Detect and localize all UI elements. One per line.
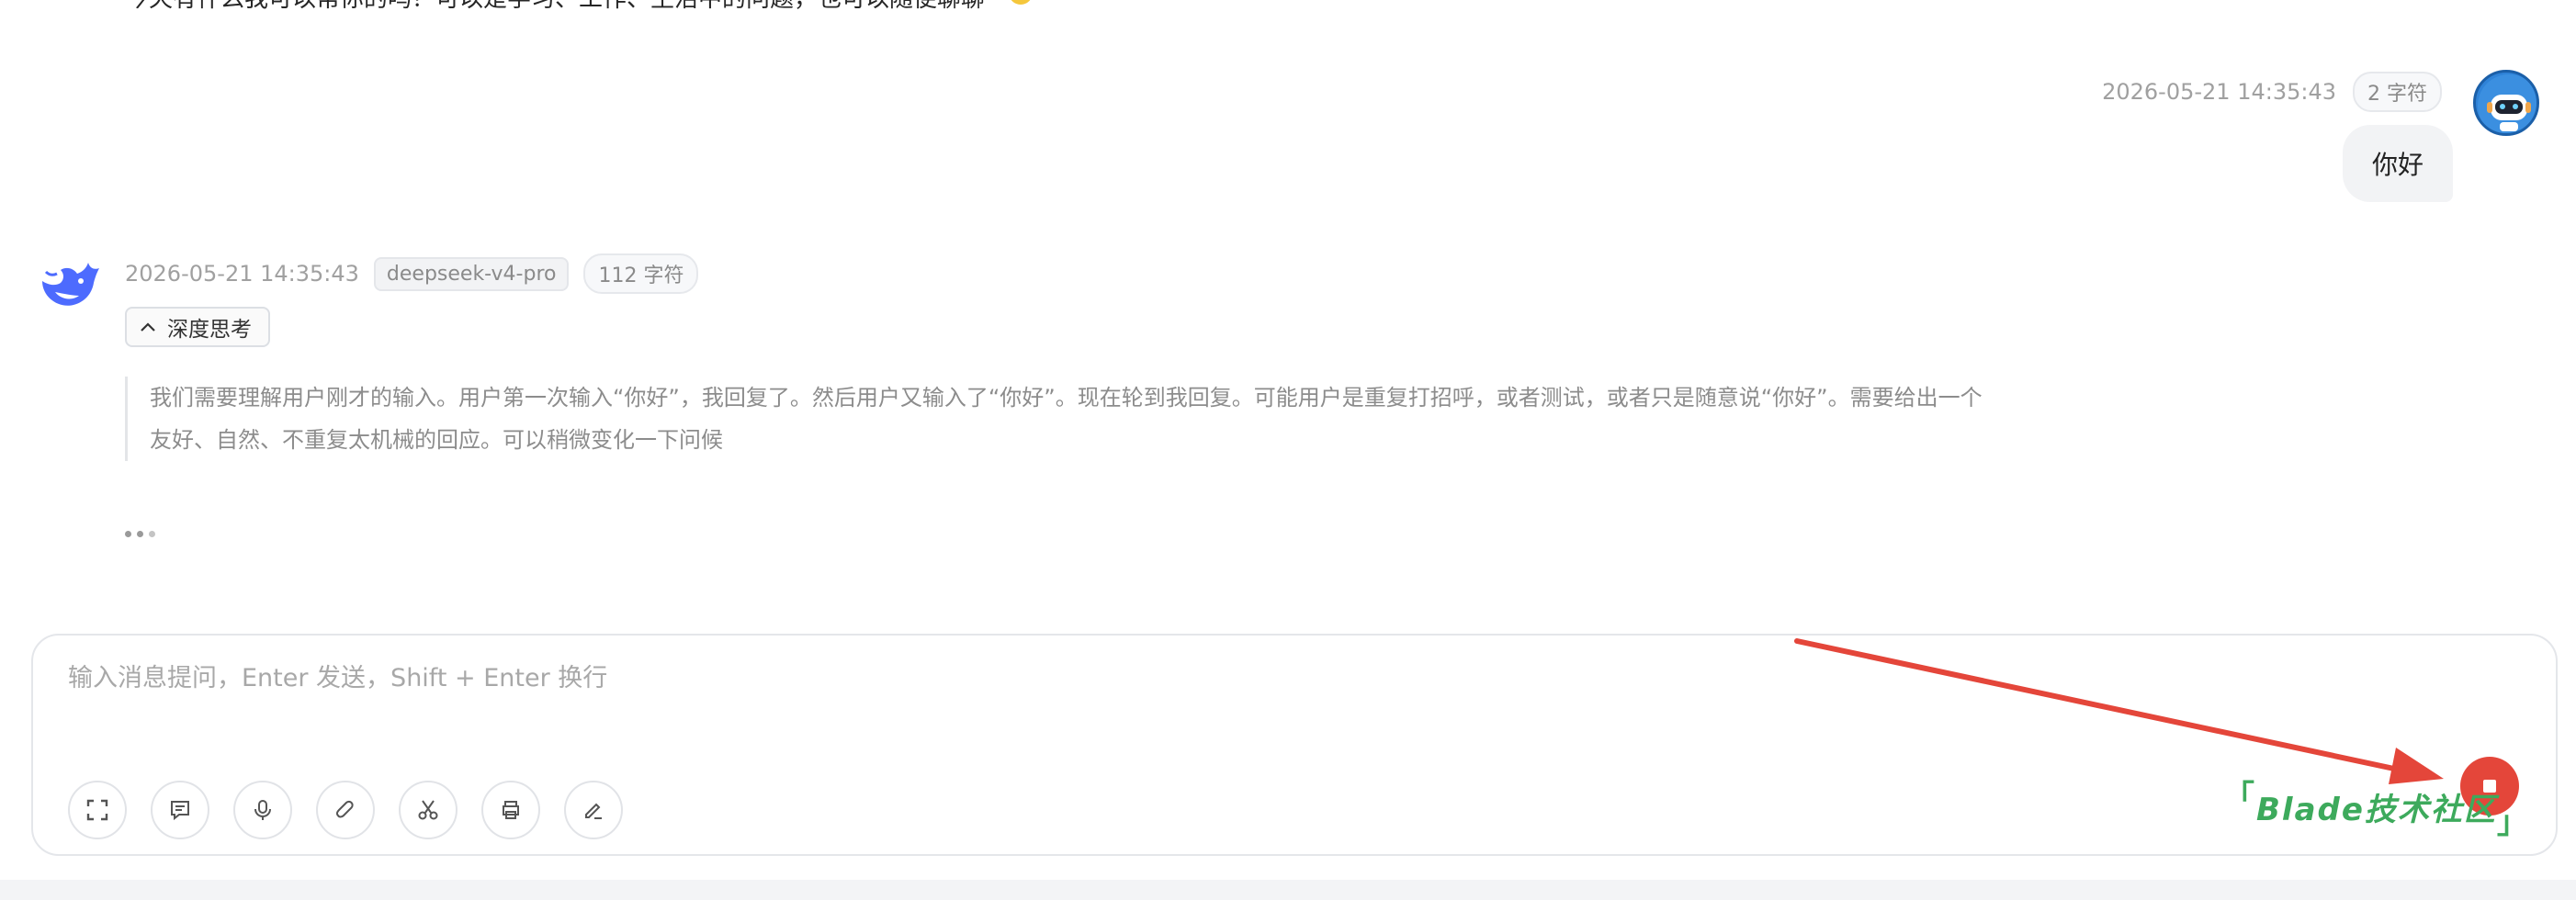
- typing-dot: [149, 531, 155, 537]
- typing-dot: [137, 531, 143, 537]
- chat-icon: [171, 801, 189, 821]
- watermark-open-bracket: 「: [2223, 779, 2256, 816]
- chat-button[interactable]: [151, 781, 209, 839]
- watermark: 「Blade技术社区」: [2223, 779, 2530, 841]
- assistant-message-meta: 2026-05-21 14:35:43 deepseek-v4-pro 112 …: [125, 253, 699, 294]
- typing-dots-indicator: [125, 531, 155, 537]
- assistant-char-count-badge: 112 字符: [583, 253, 699, 294]
- watermark-text: Blade技术社区: [2256, 792, 2497, 828]
- printer-icon: [503, 801, 519, 819]
- assistant-message-timestamp: 2026-05-21 14:35:43: [125, 261, 359, 287]
- deepseek-whale-logo-icon: [37, 253, 101, 312]
- deep-think-toggle-button[interactable]: 深度思考: [125, 307, 270, 347]
- screenshot-button[interactable]: [399, 781, 458, 839]
- eraser-pen-icon: [585, 803, 602, 819]
- robot-avatar-icon: [2478, 74, 2536, 133]
- microphone-icon: [254, 800, 271, 820]
- paperclip-icon: [335, 800, 354, 818]
- print-button[interactable]: [481, 781, 540, 839]
- clear-button[interactable]: [564, 781, 623, 839]
- user-message-meta: 2026-05-21 14:35:43 2 字符: [2102, 72, 2442, 112]
- voice-input-button[interactable]: [233, 781, 292, 839]
- fullscreen-icon: [86, 799, 108, 821]
- typing-dot: [125, 531, 131, 537]
- model-tag: deepseek-v4-pro: [373, 256, 570, 291]
- user-message-bubble: 你好: [2342, 125, 2453, 202]
- deep-think-label: 深度思考: [167, 318, 252, 342]
- reasoning-content: 我们需要理解用户刚才的输入。用户第一次输入“你好”，我回复了。然后用户又输入了“…: [125, 377, 2146, 461]
- reasoning-line: 我们需要理解用户刚才的输入。用户第一次输入“你好”，我回复了。然后用户又输入了“…: [150, 385, 1983, 411]
- previous-message-text: 今天有什么我可以帮你的吗？可以是学习、工作、生活中的问题，也可以随便聊聊: [125, 0, 1034, 14]
- user-avatar: [2473, 70, 2539, 136]
- smiling-face-emoji-icon: [1009, 0, 1034, 5]
- user-char-count-badge: 2 字符: [2353, 72, 2442, 112]
- attach-file-button[interactable]: [316, 781, 375, 839]
- fullscreen-button[interactable]: [68, 781, 127, 839]
- bottom-strip: [0, 880, 2576, 900]
- annotation-arrow: [1794, 638, 2444, 784]
- user-message-timestamp: 2026-05-21 14:35:43: [2102, 79, 2336, 105]
- watermark-close-bracket: 」: [2496, 804, 2530, 841]
- scissors-icon: [418, 800, 438, 820]
- composer-toolbar: [68, 781, 623, 839]
- reasoning-line: 友好、自然、不重复太机械的回应。可以稍微变化一下问候: [150, 427, 723, 453]
- chevron-up-icon: [141, 322, 155, 332]
